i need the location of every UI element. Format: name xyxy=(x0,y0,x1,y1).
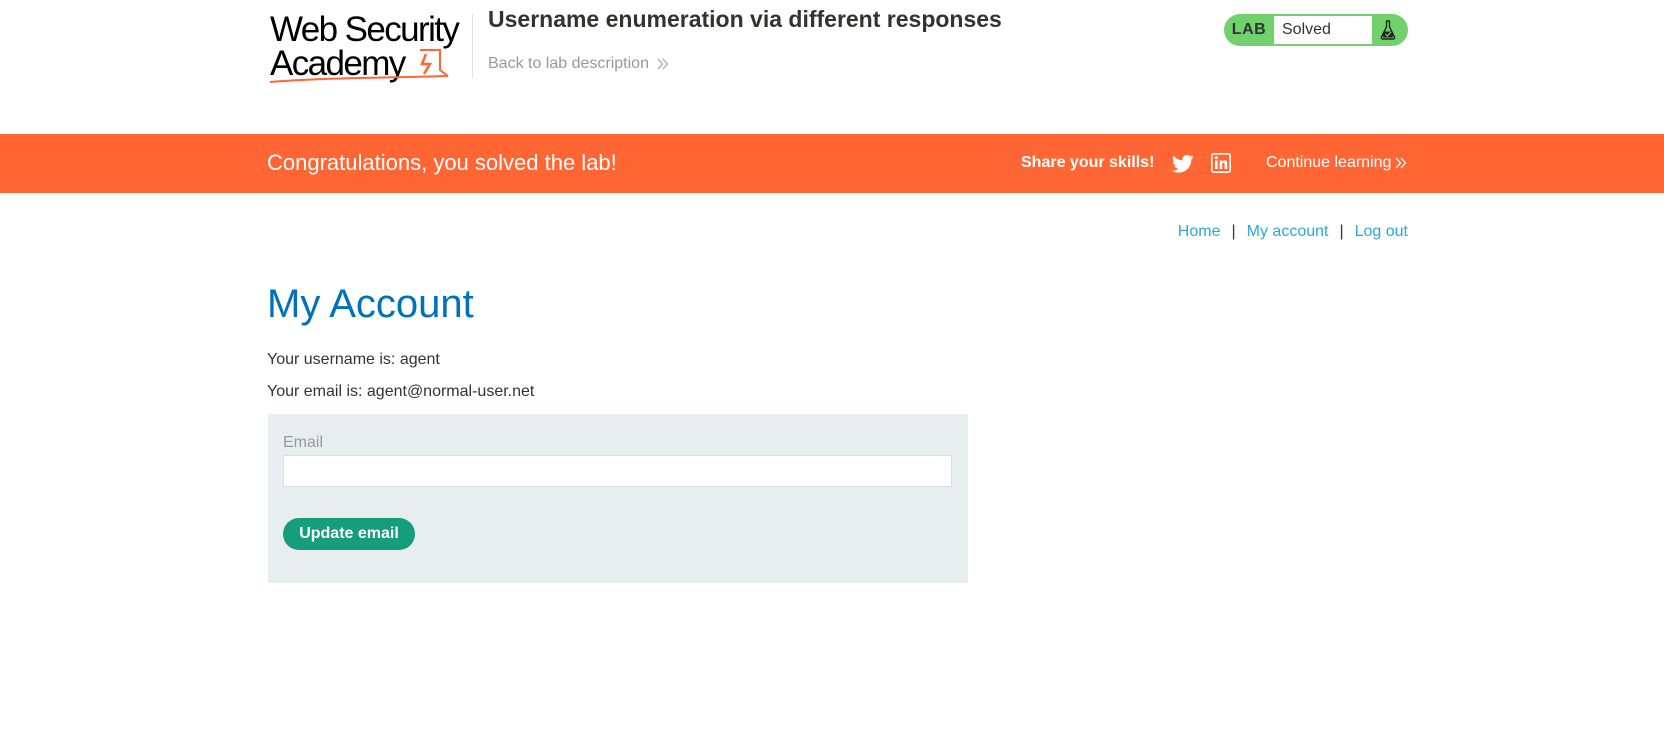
back-link-label: Back to lab description xyxy=(488,55,649,72)
nav-my-account-link[interactable]: My account xyxy=(1247,223,1329,241)
page-title: My Account xyxy=(267,282,474,326)
solved-banner: Congratulations, you solved the lab! Sha… xyxy=(0,134,1664,193)
username-info: Your username is: agent xyxy=(267,351,440,368)
nav-separator: | xyxy=(1339,223,1344,240)
double-chevron-right-icon xyxy=(1395,157,1407,169)
lab-status-text: Solved xyxy=(1274,16,1372,44)
header-divider xyxy=(472,14,473,78)
update-email-button[interactable]: Update email xyxy=(283,518,415,550)
email-input[interactable] xyxy=(283,455,952,487)
back-to-lab-description-link[interactable]: Back to lab description xyxy=(488,55,669,73)
linkedin-icon[interactable] xyxy=(1211,153,1231,173)
nav-log-out-link[interactable]: Log out xyxy=(1355,223,1408,241)
double-chevron-right-icon xyxy=(657,58,669,70)
lab-title: Username enumeration via different respo… xyxy=(488,6,1002,32)
continue-learning-label: Continue learning xyxy=(1266,154,1392,171)
email-label: Email xyxy=(283,434,324,451)
nav-home-link[interactable]: Home xyxy=(1178,223,1221,241)
top-nav: Home | My account | Log out xyxy=(1178,223,1408,241)
change-email-form: Email Update email xyxy=(268,414,968,583)
twitter-icon[interactable] xyxy=(1172,154,1194,174)
logo-mark-icon xyxy=(269,49,449,83)
email-info: Your email is: agent@normal-user.net xyxy=(267,383,535,400)
header: Web Security Academy Username enumeratio… xyxy=(0,0,1664,134)
continue-learning-link[interactable]: Continue learning xyxy=(1266,154,1407,172)
web-security-academy-logo[interactable]: Web Security Academy xyxy=(268,10,470,86)
share-skills-label: Share your skills! xyxy=(1021,154,1155,171)
flask-icon xyxy=(1372,14,1404,46)
nav-separator: | xyxy=(1231,223,1236,240)
lab-status-label: LAB xyxy=(1231,21,1267,38)
lab-status-widget: LAB Solved xyxy=(1224,14,1408,46)
congratulations-message: Congratulations, you solved the lab! xyxy=(267,150,617,175)
